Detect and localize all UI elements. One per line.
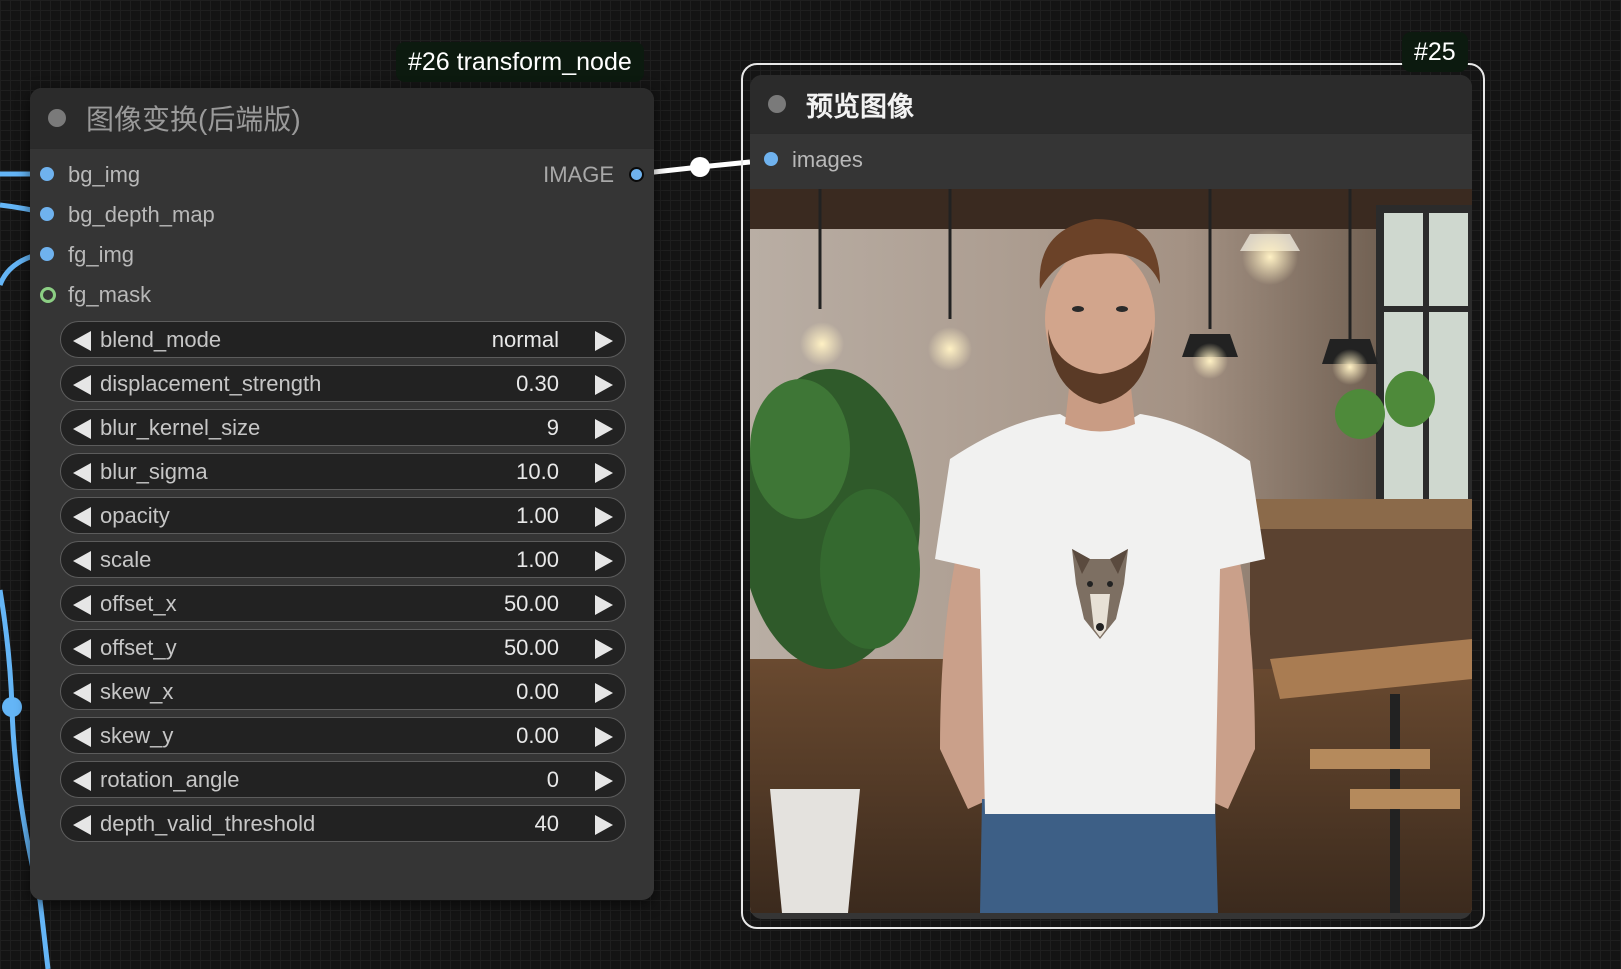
widget-offset-x[interactable]: offset_x 50.00 bbox=[60, 585, 626, 622]
widget-value[interactable]: 50.00 bbox=[504, 635, 559, 661]
increment-arrow-icon[interactable] bbox=[595, 507, 613, 527]
widget-blur-kernel-size[interactable]: blur_kernel_size 9 bbox=[60, 409, 626, 446]
widget-displacement-strength[interactable]: displacement_strength 0.30 bbox=[60, 365, 626, 402]
widget-label: opacity bbox=[100, 502, 170, 528]
collapse-dot-icon[interactable] bbox=[48, 109, 66, 127]
widget-scale[interactable]: scale 1.00 bbox=[60, 541, 626, 578]
decrement-arrow-icon[interactable] bbox=[73, 727, 91, 747]
widget-label: offset_x bbox=[100, 590, 177, 616]
transform-node[interactable]: 图像变换(后端版) bg_img IMAGE bg_depth_map fg_i… bbox=[30, 88, 654, 900]
widget-value[interactable]: 9 bbox=[547, 415, 559, 441]
decrement-arrow-icon[interactable] bbox=[73, 551, 91, 571]
input-slot-fg-mask[interactable]: fg_mask bbox=[30, 275, 654, 315]
increment-arrow-icon[interactable] bbox=[595, 727, 613, 747]
increment-arrow-icon[interactable] bbox=[595, 463, 613, 483]
input-slot-images[interactable]: images bbox=[750, 134, 1472, 186]
input-dot-icon[interactable] bbox=[40, 207, 54, 221]
increment-arrow-icon[interactable] bbox=[595, 551, 613, 571]
slot-label: bg_depth_map bbox=[68, 202, 215, 227]
increment-arrow-icon[interactable] bbox=[595, 815, 613, 835]
widget-value[interactable]: 1.00 bbox=[516, 547, 559, 573]
preview-image[interactable] bbox=[750, 189, 1472, 913]
widget-value[interactable]: 10.0 bbox=[516, 459, 559, 485]
input-dot-icon[interactable] bbox=[40, 167, 54, 181]
input-slot-bg-img[interactable]: bg_img IMAGE bbox=[30, 155, 654, 195]
collapse-dot-icon[interactable] bbox=[768, 95, 786, 113]
increment-arrow-icon[interactable] bbox=[595, 771, 613, 791]
widget-value[interactable]: 40 bbox=[535, 811, 559, 837]
widget-label: skew_y bbox=[100, 722, 174, 748]
increment-arrow-icon[interactable] bbox=[595, 331, 613, 351]
slot-label: bg_img bbox=[68, 162, 141, 187]
widget-label: depth_valid_threshold bbox=[100, 810, 316, 836]
decrement-arrow-icon[interactable] bbox=[73, 375, 91, 395]
decrement-arrow-icon[interactable] bbox=[73, 331, 91, 351]
link-reroute-dot[interactable] bbox=[2, 697, 22, 717]
increment-arrow-icon[interactable] bbox=[595, 595, 613, 615]
input-slot-fg-img[interactable]: fg_img bbox=[30, 235, 654, 275]
decrement-arrow-icon[interactable] bbox=[73, 463, 91, 483]
widget-label: blend_mode bbox=[100, 326, 222, 352]
input-slot-bg-depth-map[interactable]: bg_depth_map bbox=[30, 195, 654, 235]
widget-rotation-angle[interactable]: rotation_angle 0 bbox=[60, 761, 626, 798]
node-title: 预览图像 bbox=[806, 91, 914, 122]
decrement-arrow-icon[interactable] bbox=[73, 815, 91, 835]
decrement-arrow-icon[interactable] bbox=[73, 595, 91, 615]
widget-label: displacement_strength bbox=[100, 370, 322, 396]
decrement-arrow-icon[interactable] bbox=[73, 771, 91, 791]
node-title: 图像变换(后端版) bbox=[86, 104, 301, 135]
preview-photo-illustration bbox=[750, 189, 1472, 913]
increment-arrow-icon[interactable] bbox=[595, 683, 613, 703]
widget-list: blend_mode normal displacement_strength … bbox=[30, 321, 654, 842]
widget-value[interactable]: 0 bbox=[547, 767, 559, 793]
mask-input-dot-icon[interactable] bbox=[40, 287, 56, 303]
input-dot-icon[interactable] bbox=[40, 247, 54, 261]
widget-offset-y[interactable]: offset_y 50.00 bbox=[60, 629, 626, 666]
slot-label: fg_mask bbox=[68, 282, 152, 307]
widget-value[interactable]: 0.30 bbox=[516, 371, 559, 397]
widget-label: offset_y bbox=[100, 634, 177, 660]
slot-label: fg_img bbox=[68, 242, 135, 267]
widget-value[interactable]: 50.00 bbox=[504, 591, 559, 617]
widget-label: skew_x bbox=[100, 678, 174, 704]
widget-value[interactable]: 0.00 bbox=[516, 723, 559, 749]
preview-image-node[interactable]: 预览图像 images bbox=[750, 75, 1472, 919]
decrement-arrow-icon[interactable] bbox=[73, 683, 91, 703]
widget-blend-mode[interactable]: blend_mode normal bbox=[60, 321, 626, 358]
link-midpoint-dot[interactable] bbox=[690, 157, 710, 177]
node-id-badge-25: #25 bbox=[1402, 32, 1468, 72]
increment-arrow-icon[interactable] bbox=[595, 639, 613, 659]
widget-label: blur_kernel_size bbox=[100, 414, 261, 440]
increment-arrow-icon[interactable] bbox=[595, 375, 613, 395]
widget-value[interactable]: 1.00 bbox=[516, 503, 559, 529]
input-dot-icon[interactable] bbox=[764, 152, 778, 166]
widget-blur-sigma[interactable]: blur_sigma 10.0 bbox=[60, 453, 626, 490]
decrement-arrow-icon[interactable] bbox=[73, 419, 91, 439]
decrement-arrow-icon[interactable] bbox=[73, 639, 91, 659]
decrement-arrow-icon[interactable] bbox=[73, 507, 91, 527]
widget-label: scale bbox=[100, 546, 152, 572]
node-id-badge-26: #26 transform_node bbox=[396, 42, 644, 82]
output-dot-icon[interactable] bbox=[629, 167, 644, 182]
widget-opacity[interactable]: opacity 1.00 bbox=[60, 497, 626, 534]
increment-arrow-icon[interactable] bbox=[595, 419, 613, 439]
widget-value[interactable]: normal bbox=[492, 327, 559, 353]
widget-depth-valid-threshold[interactable]: depth_valid_threshold 40 bbox=[60, 805, 626, 842]
slot-label: images bbox=[792, 147, 863, 172]
widget-skew-x[interactable]: skew_x 0.00 bbox=[60, 673, 626, 710]
output-label: IMAGE bbox=[543, 162, 614, 187]
widget-value[interactable]: 0.00 bbox=[516, 679, 559, 705]
node-header[interactable]: 图像变换(后端版) bbox=[30, 88, 654, 149]
node-header[interactable]: 预览图像 bbox=[750, 75, 1472, 134]
widget-skew-y[interactable]: skew_y 0.00 bbox=[60, 717, 626, 754]
widget-label: rotation_angle bbox=[100, 766, 240, 792]
widget-label: blur_sigma bbox=[100, 458, 208, 484]
